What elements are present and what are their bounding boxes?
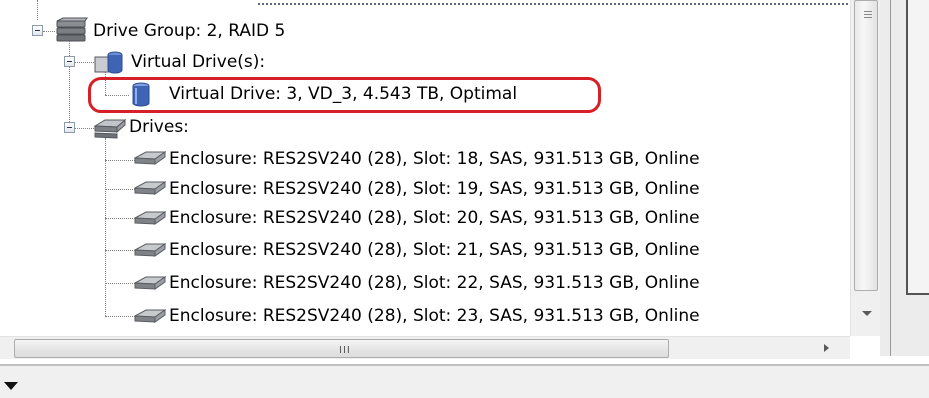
tree-node-virtual-drives[interactable]: Virtual Drive(s): <box>131 48 265 76</box>
tree-line <box>105 218 135 219</box>
drive-label: Enclosure: RES2SV240 (28), Slot: 23, SAS… <box>169 306 700 326</box>
tree-focus-border <box>258 3 848 5</box>
list-item-drive[interactable]: Enclosure: RES2SV240 (28), Slot: 23, SAS… <box>169 302 700 330</box>
vertical-scroll-thumb[interactable] <box>854 0 878 291</box>
virtual-drive-group-icon <box>94 48 126 76</box>
bottom-bar <box>0 364 929 398</box>
scroll-right-arrow-icon[interactable] <box>824 344 829 352</box>
right-panel <box>906 0 929 295</box>
tree-line <box>105 189 135 190</box>
horizontal-scroll-thumb[interactable]: III <box>14 339 669 358</box>
list-item-drive[interactable]: Enclosure: RES2SV240 (28), Slot: 21, SAS… <box>169 236 700 264</box>
collapse-virtual-drives-toggle[interactable] <box>64 56 75 67</box>
tree-node-drives[interactable]: Drives: <box>129 113 189 141</box>
raid-tree-view[interactable]: Drive Group: 2, RAID 5 Virtual Drive(s):… <box>0 0 850 336</box>
hard-disk-icon <box>134 239 166 263</box>
virtual-drives-label: Virtual Drive(s): <box>131 52 266 72</box>
scroll-grip-icon: III <box>339 345 351 356</box>
scroll-down-arrow-icon[interactable] <box>862 311 872 316</box>
drive-label: Enclosure: RES2SV240 (28), Slot: 22, SAS… <box>169 273 700 293</box>
hard-disk-icon <box>134 207 166 231</box>
drive-label: Enclosure: RES2SV240 (28), Slot: 18, SAS… <box>169 149 700 169</box>
horizontal-scrollbar[interactable]: III <box>0 336 850 359</box>
tree-line <box>74 128 94 129</box>
hard-disk-icon <box>134 147 166 171</box>
tree-line <box>105 160 135 161</box>
drive-label: Enclosure: RES2SV240 (28), Slot: 20, SAS… <box>169 208 700 228</box>
list-item-drive[interactable]: Enclosure: RES2SV240 (28), Slot: 18, SAS… <box>169 145 700 173</box>
drives-label: Drives: <box>129 117 189 137</box>
collapse-drive-group-toggle[interactable] <box>32 25 43 36</box>
server-stack-icon <box>54 17 88 45</box>
right-panel-frame <box>880 0 929 356</box>
tree-line <box>105 250 135 251</box>
drive-label: Enclosure: RES2SV240 (28), Slot: 21, SAS… <box>169 240 700 260</box>
hard-disk-icon <box>134 272 166 296</box>
list-item-drive[interactable]: Enclosure: RES2SV240 (28), Slot: 22, SAS… <box>169 269 700 297</box>
tree-node-drive-group[interactable]: Drive Group: 2, RAID 5 <box>93 17 285 45</box>
collapse-drives-toggle[interactable] <box>64 122 75 133</box>
tree-line <box>105 316 135 317</box>
hard-disk-icon <box>134 177 166 201</box>
tree-line <box>74 62 94 63</box>
hard-disk-icon <box>134 305 166 329</box>
scroll-grip-icon <box>864 11 872 20</box>
highlight-ellipse <box>88 77 601 113</box>
list-item-drive[interactable]: Enclosure: RES2SV240 (28), Slot: 20, SAS… <box>169 204 700 232</box>
list-item-drive[interactable]: Enclosure: RES2SV240 (28), Slot: 19, SAS… <box>169 175 700 203</box>
tree-line <box>37 0 38 20</box>
vertical-scrollbar[interactable] <box>850 0 881 336</box>
tree-line <box>69 40 70 124</box>
drive-group-label: Drive Group: 2, RAID 5 <box>93 21 286 41</box>
disk-stack-icon <box>93 114 127 142</box>
panel-divider <box>890 0 891 356</box>
drive-label: Enclosure: RES2SV240 (28), Slot: 19, SAS… <box>169 179 700 199</box>
dropdown-triangle-icon[interactable] <box>4 382 18 390</box>
tree-line <box>105 138 106 316</box>
tree-line <box>105 283 135 284</box>
